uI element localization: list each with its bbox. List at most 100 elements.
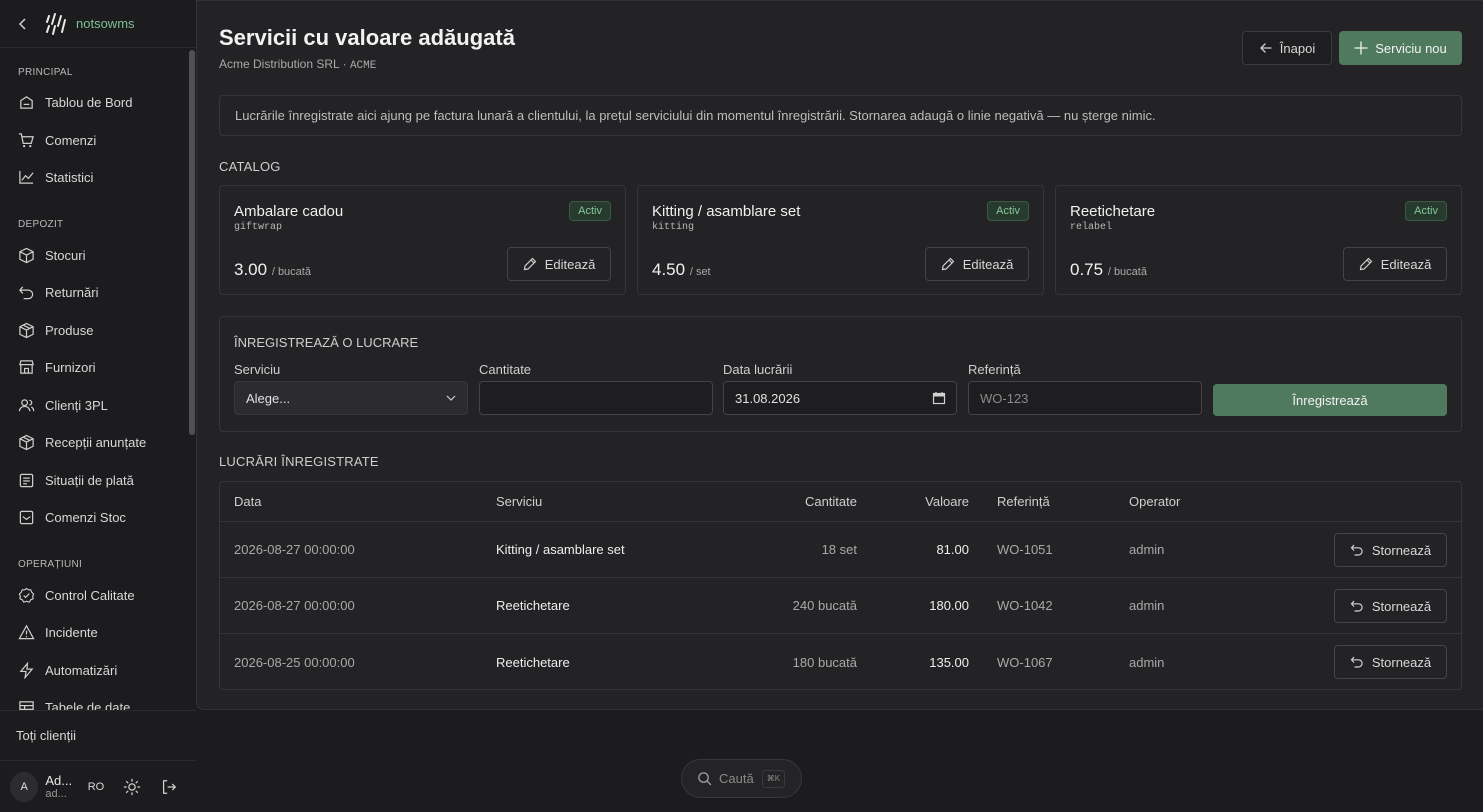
sidebar-item-label: Tablou de Bord [45,95,133,111]
storno-button[interactable]: Stornează [1334,589,1447,623]
section-label-depozit: DEPOZIT [18,219,64,230]
reference-field[interactable] [968,381,1202,415]
logout-icon[interactable] [159,777,178,797]
chevron-down-icon [446,395,456,401]
store-icon [19,360,34,375]
cell-quantity: 18 set [821,542,857,557]
search-placeholder: Caută [719,771,754,786]
cell-service: Reetichetare [496,598,570,613]
price-value: 4.50 [652,260,686,279]
storno-button[interactable]: Stornează [1334,645,1447,679]
avatar[interactable]: A [10,772,39,802]
lightning-icon [19,661,34,679]
price-unit: / bucată [1107,266,1147,278]
chevron-left-icon[interactable] [16,17,30,31]
col-date: Data [234,494,262,509]
service-select[interactable]: Alege... [234,381,468,415]
sun-icon[interactable] [122,777,141,797]
info-box: Lucrările înregistrate aici ajung pe fac… [219,95,1462,136]
table-row: 2026-08-25 00:00:00 Reetichetare 180 buc… [220,634,1461,690]
reference-label: Referință [968,362,1021,377]
new-service-button[interactable]: Serviciu nou [1339,31,1462,65]
sidebar-item-control-calitate[interactable]: Control Calitate [0,577,188,615]
col-quantity: Cantitate [804,494,857,509]
storno-button[interactable]: Stornează [1334,533,1447,567]
cell-date: 2026-08-27 00:00:00 [234,598,355,613]
price-unit: / bucată [271,266,311,278]
storno-button-label: Stornează [1371,542,1432,558]
cell-operator: admin [1129,598,1165,613]
brand-header: notsowms [0,0,196,48]
quantity-input[interactable] [491,390,691,406]
package-icon [19,434,34,451]
pencil-icon [941,257,955,271]
arrow-left-icon [1259,43,1272,53]
sidebar-item-receptii-anuntate[interactable]: Recepții anunțate [0,424,188,462]
sidebar-item-comenzi-stoc[interactable]: Comenzi Stoc [0,499,188,537]
sidebar-item-tabele-de-date[interactable]: Tabele de date [0,689,188,710]
edit-button[interactable]: Editează [1343,247,1447,281]
sidebar-item-stocuri[interactable]: Stocuri [0,237,188,275]
cell-value: 81.00 [936,542,969,557]
users-icon [18,398,35,412]
quantity-label: Cantitate [479,362,532,377]
service-price: 4.50 / set [652,260,711,280]
service-code: relabel [1070,222,1113,233]
cell-service: Kitting / asamblare set [496,542,625,557]
sidebar-item-label: Clienți 3PL [45,397,108,413]
service-code: giftwrap [234,222,283,233]
edit-button[interactable]: Editează [507,247,611,281]
sidebar-item-comenzi[interactable]: Comenzi [0,122,188,160]
section-label-operatiuni: OPERAȚIUNI [18,559,83,570]
sidebar-item-statistici[interactable]: Statistici [0,159,188,197]
sidebar-item-furnizori[interactable]: Furnizori [0,349,188,387]
all-clients-link[interactable]: Toți clienții [0,711,196,761]
quantity-field[interactable] [479,381,713,415]
cell-date: 2026-08-25 00:00:00 [234,654,355,670]
search-bar[interactable]: Caută ⌘K [681,759,802,798]
sidebar-item-label: Control Calitate [45,587,135,603]
catalog-heading: CATALOG [219,159,281,174]
warning-icon [18,624,35,640]
reference-input[interactable] [980,390,1180,406]
edit-button-label: Editează [962,256,1014,272]
service-code: kitting [652,222,695,233]
cell-reference: WO-1042 [997,598,1053,613]
sidebar-item-clienti-3pl[interactable]: Clienți 3PL [0,387,188,425]
sidebar-item-incidente[interactable]: Incidente [0,614,188,652]
back-button[interactable]: Înapoi [1242,31,1332,65]
cell-reference: WO-1067 [997,654,1053,670]
scrollbar-thumb[interactable] [189,50,195,435]
sidebar-item-tablou-de-bord[interactable]: Tablou de Bord [0,84,188,122]
calendar-icon[interactable] [932,391,946,405]
sidebar-footer: Toți clienții A Ad... ad... RO [0,710,196,812]
sidebar-item-situatii-de-plata[interactable]: Situații de plată [0,462,188,500]
sidebar-nav: PRINCIPAL Tablou de Bord Comenzi Statist… [0,50,188,710]
cart-icon [18,133,34,148]
edit-button[interactable]: Editează [925,247,1029,281]
sidebar-item-label: Situații de plată [45,472,134,488]
receipt-icon [19,473,34,488]
cell-value: 135.00 [929,654,969,670]
date-field[interactable]: 31.08.2026 [723,381,957,415]
plus-icon [1354,41,1368,55]
status-badge: Activ [569,201,611,221]
table-header: Data Serviciu Cantitate Valoare Referinț… [220,482,1461,522]
sidebar-scrollbar[interactable] [189,50,195,710]
section-label-principal: PRINCIPAL [18,66,73,78]
sidebar-item-returnari[interactable]: Returnări [0,274,188,312]
table-icon [19,701,34,710]
sidebar-item-automatizari[interactable]: Automatizări [0,652,188,690]
company-code: ACME [349,60,377,72]
sidebar-item-label: Produse [45,322,94,338]
table-row: 2026-08-27 00:00:00 Reetichetare 240 buc… [220,578,1461,634]
service-label: Serviciu [234,362,281,377]
back-button-label: Înapoi [1279,40,1316,56]
submit-work-button[interactable]: Înregistrează [1213,384,1447,416]
sidebar-item-produse[interactable]: Produse [0,312,188,350]
language-switch[interactable]: RO [88,781,105,793]
date-value: 31.08.2026 [735,390,801,406]
storno-button-label: Stornează [1371,654,1432,670]
date-label: Data lucrării [723,362,793,377]
price-value: 0.75 [1070,260,1104,279]
